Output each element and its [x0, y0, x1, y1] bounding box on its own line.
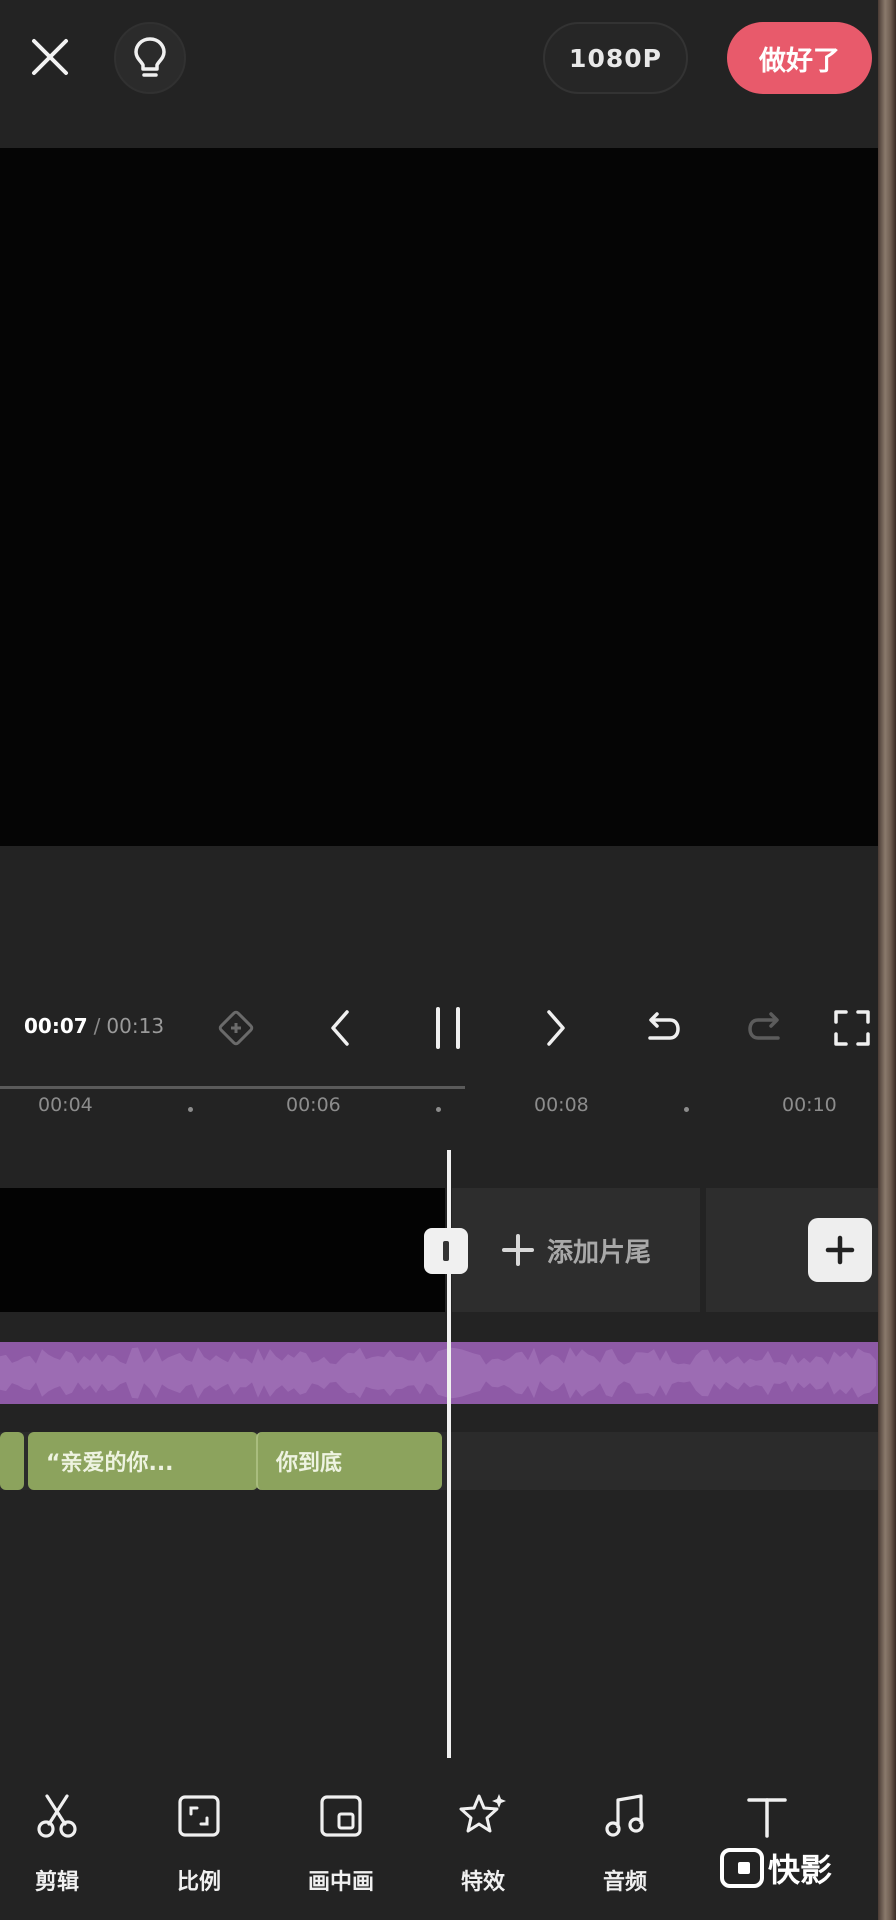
keyframe-button[interactable] [208, 1000, 264, 1056]
tool-effects[interactable]: 特效 [428, 1780, 538, 1920]
sparkle-star-icon [455, 1788, 511, 1844]
kuaiying-watermark: 快影 [720, 1844, 832, 1892]
fullscreen-icon [834, 1010, 870, 1046]
top-bar: 1080P 做好了 [0, 0, 878, 148]
undo-icon [648, 1012, 680, 1040]
current-time: 00:07 [24, 1014, 88, 1038]
ruler-tick-label: 00:10 [782, 1094, 837, 1116]
tool-edit[interactable]: 剪辑 [2, 1780, 112, 1920]
plus-icon [825, 1235, 855, 1265]
previous-frame-button[interactable] [312, 1000, 368, 1056]
plus-icon [501, 1234, 534, 1266]
tool-audio[interactable]: 音频 [570, 1780, 680, 1920]
music-note-icon [597, 1788, 653, 1844]
ruler-tick-dot [436, 1107, 441, 1112]
background-edge-strip [878, 0, 896, 1920]
ruler-tick-label: 00:04 [38, 1094, 93, 1116]
add-ending-label: 添加片尾 [546, 1237, 651, 1268]
scissors-icon [29, 1788, 85, 1844]
keyframe-diamond-icon [218, 1010, 254, 1046]
tool-label: 画中画 [307, 1870, 374, 1895]
redo-button[interactable] [738, 1000, 794, 1056]
timeline-ruler[interactable]: 00:04 00:06 00:08 00:10 [0, 1082, 878, 1132]
text-clip[interactable]: 你到底 [256, 1432, 442, 1490]
text-clip[interactable] [0, 1432, 24, 1490]
trim-handle-grip [443, 1241, 449, 1261]
timecode: 00:07/00:13 [24, 1014, 164, 1038]
picture-in-picture-icon [313, 1788, 369, 1844]
close-icon [32, 39, 68, 75]
pause-button[interactable] [420, 1000, 476, 1056]
tips-button[interactable] [114, 22, 186, 94]
fullscreen-button[interactable] [828, 1000, 876, 1056]
playback-progress-line [0, 1086, 465, 1089]
tool-label: 音频 [602, 1870, 647, 1895]
chevron-right-icon [547, 1010, 565, 1046]
chevron-left-icon [331, 1010, 349, 1046]
tool-label: 特效 [460, 1870, 505, 1895]
watermark-text: 快影 [768, 1851, 833, 1889]
tool-ratio[interactable]: 比例 [144, 1780, 254, 1920]
resolution-button[interactable]: 1080P [543, 22, 688, 94]
audio-waveform [0, 1347, 876, 1399]
video-clip[interactable] [0, 1188, 445, 1312]
add-ending-button[interactable]: 添加片尾 [452, 1188, 700, 1312]
undo-button[interactable] [634, 1000, 690, 1056]
text-clip[interactable]: “亲爱的你... [28, 1432, 258, 1490]
tool-label: 剪辑 [34, 1870, 79, 1895]
clip-trim-handle[interactable] [424, 1228, 468, 1274]
aspect-ratio-icon [171, 1788, 227, 1844]
pause-icon [436, 1007, 460, 1049]
tool-picture-in-picture[interactable]: 画中画 [286, 1780, 396, 1920]
done-button[interactable]: 做好了 [727, 22, 872, 94]
video-editor-screen: { "topbar": { "resolution_label": "1080P… [0, 0, 896, 1920]
redo-icon [748, 1012, 780, 1040]
total-time: 00:13 [106, 1014, 165, 1038]
playback-controls: 00:07/00:13 [0, 990, 878, 1070]
close-button[interactable] [22, 26, 78, 88]
lightbulb-icon [134, 37, 166, 77]
audio-track[interactable] [0, 1342, 878, 1404]
ruler-tick-label: 00:08 [534, 1094, 589, 1116]
text-icon [739, 1788, 795, 1844]
add-clip-button[interactable] [808, 1218, 872, 1282]
ruler-tick-label: 00:06 [286, 1094, 341, 1116]
time-separator: / [93, 1014, 101, 1038]
video-preview[interactable] [0, 148, 878, 846]
ruler-tick-dot [188, 1107, 193, 1112]
kuaiying-logo-icon [720, 1848, 764, 1888]
next-frame-button[interactable] [528, 1000, 584, 1056]
ruler-tick-dot [684, 1107, 689, 1112]
tool-label: 比例 [176, 1870, 221, 1895]
